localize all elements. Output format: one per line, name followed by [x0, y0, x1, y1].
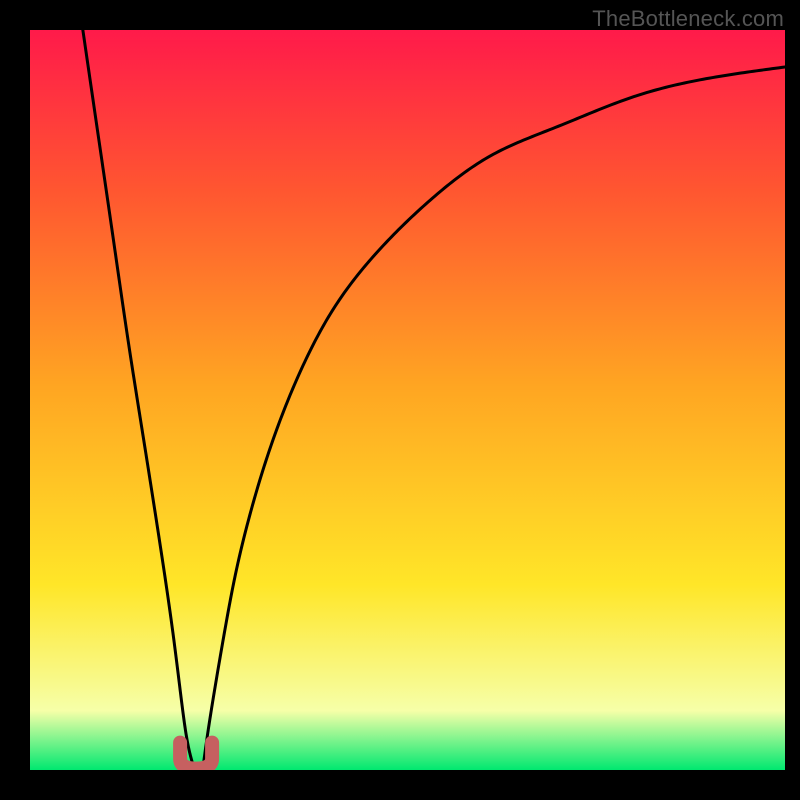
- chart-frame: TheBottleneck.com: [0, 0, 800, 800]
- optimal-marker: [180, 743, 212, 769]
- plot-area: [30, 30, 785, 770]
- curve-right-branch: [204, 67, 785, 763]
- curve-left-branch: [83, 30, 192, 763]
- bottleneck-curve: [30, 30, 785, 770]
- watermark-text: TheBottleneck.com: [592, 6, 784, 32]
